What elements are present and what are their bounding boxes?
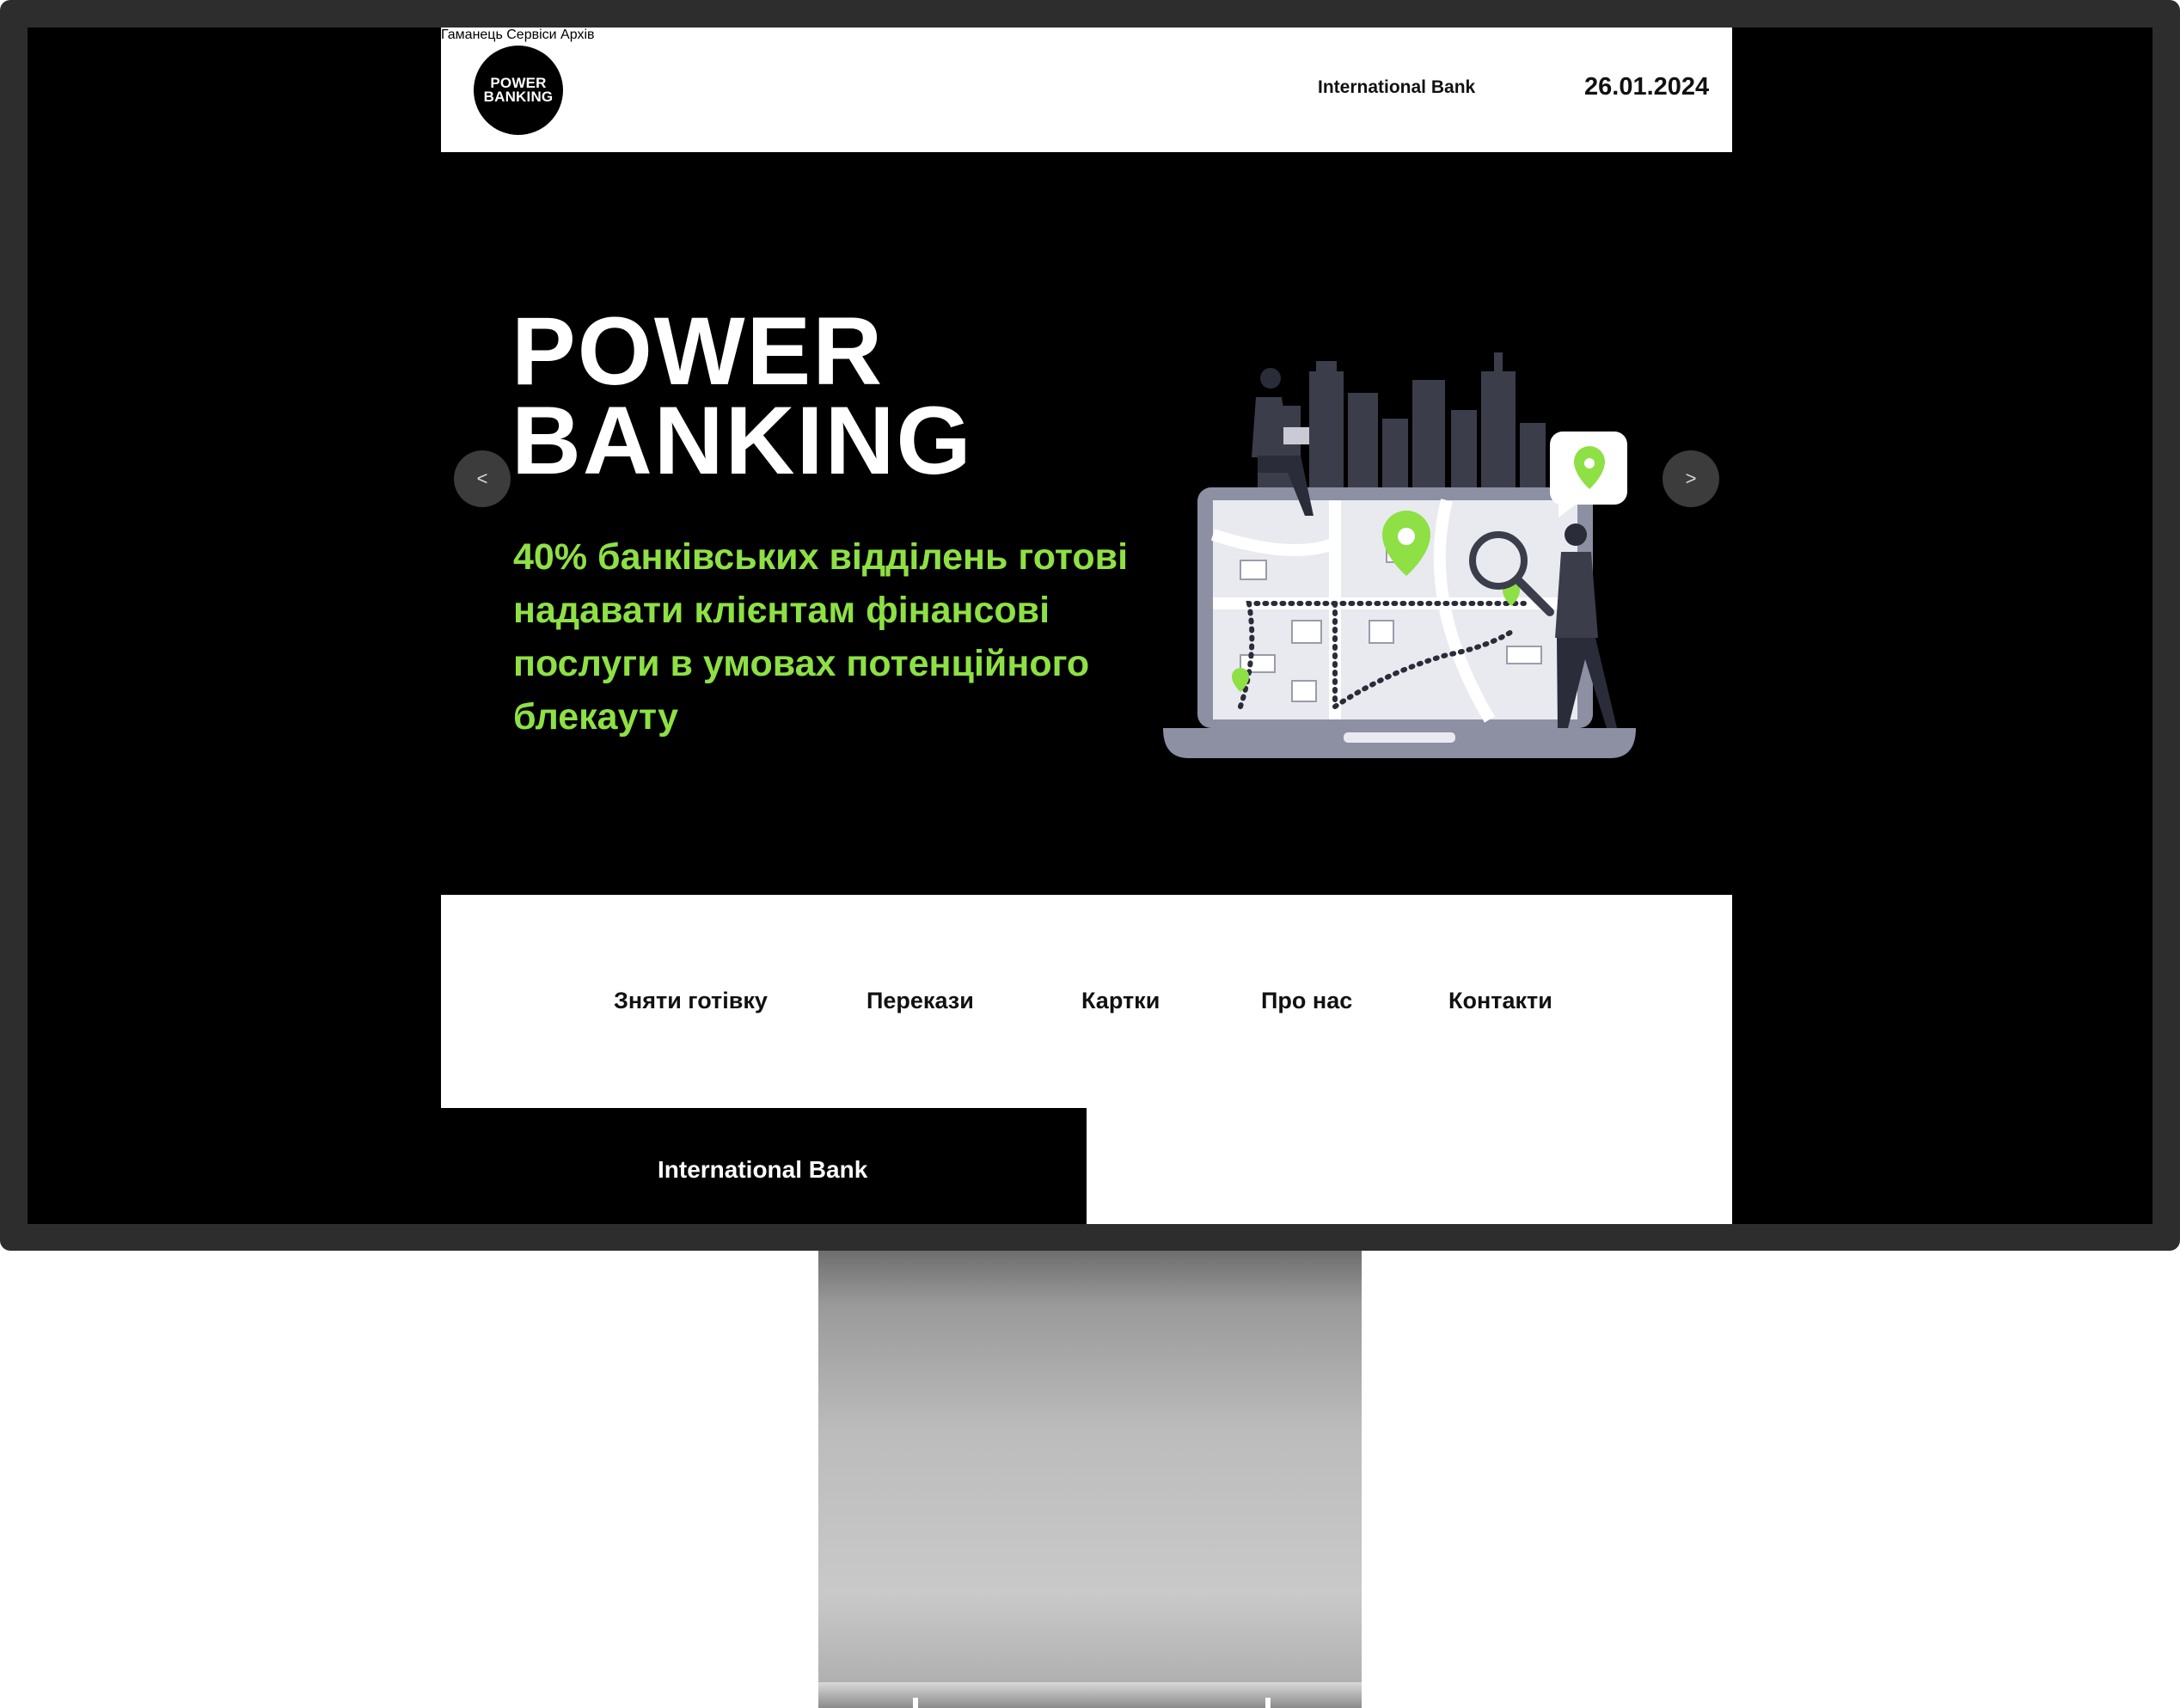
carousel-next-button[interactable]: >: [1663, 450, 1719, 507]
menu-cash-withdrawal[interactable]: Зняти готівку: [614, 988, 768, 1014]
hero-subtitle: 40% банківських відділень готові надават…: [513, 536, 1129, 738]
menu-cards[interactable]: Картки: [1081, 988, 1160, 1014]
logo[interactable]: POWER BANKING: [474, 46, 563, 135]
monitor-stand-foot: [818, 1682, 1362, 1708]
footer-blank-panel: [1087, 1108, 1732, 1224]
menu-about[interactable]: Про нас: [1261, 988, 1352, 1014]
hero-title-line2: BANKING: [511, 387, 973, 494]
screen: POWER BANKING Гаманець Сервіси Архів Int…: [28, 28, 2152, 1224]
menu-transfers[interactable]: Перекази: [866, 988, 974, 1014]
logo-line2: BANKING: [483, 89, 554, 105]
laptop-map-illustration: [1163, 352, 1636, 758]
footer: International Bank: [441, 1108, 1087, 1224]
hero-title: POWER BANKING: [511, 297, 973, 494]
nav-wallet[interactable]: Гаманець: [441, 28, 503, 42]
footer-bank-name: International Bank: [658, 1156, 868, 1183]
nav-services[interactable]: Сервіси: [506, 28, 556, 42]
monitor-frame: POWER BANKING Гаманець Сервіси Архів Int…: [0, 0, 2180, 1251]
carousel-prev-button[interactable]: <: [454, 450, 511, 507]
nav-archive[interactable]: Архів: [560, 28, 594, 42]
monitor-stand: [818, 1251, 1362, 1708]
menu-contacts[interactable]: Контакти: [1448, 988, 1552, 1014]
header: POWER BANKING Гаманець Сервіси Архів Int…: [441, 28, 1732, 152]
bottom-menu: Зняти готівку Перекази Картки Про нас Ко…: [441, 895, 1732, 1108]
header-bank-name: International Bank: [1318, 77, 1476, 97]
hero-banner: POWER BANKING 40% банківських відділень …: [441, 152, 1732, 895]
header-date: 26.01.2024: [1584, 73, 1710, 101]
hero-title-line1: POWER: [511, 297, 885, 405]
website: POWER BANKING Гаманець Сервіси Архів Int…: [441, 28, 1732, 1224]
